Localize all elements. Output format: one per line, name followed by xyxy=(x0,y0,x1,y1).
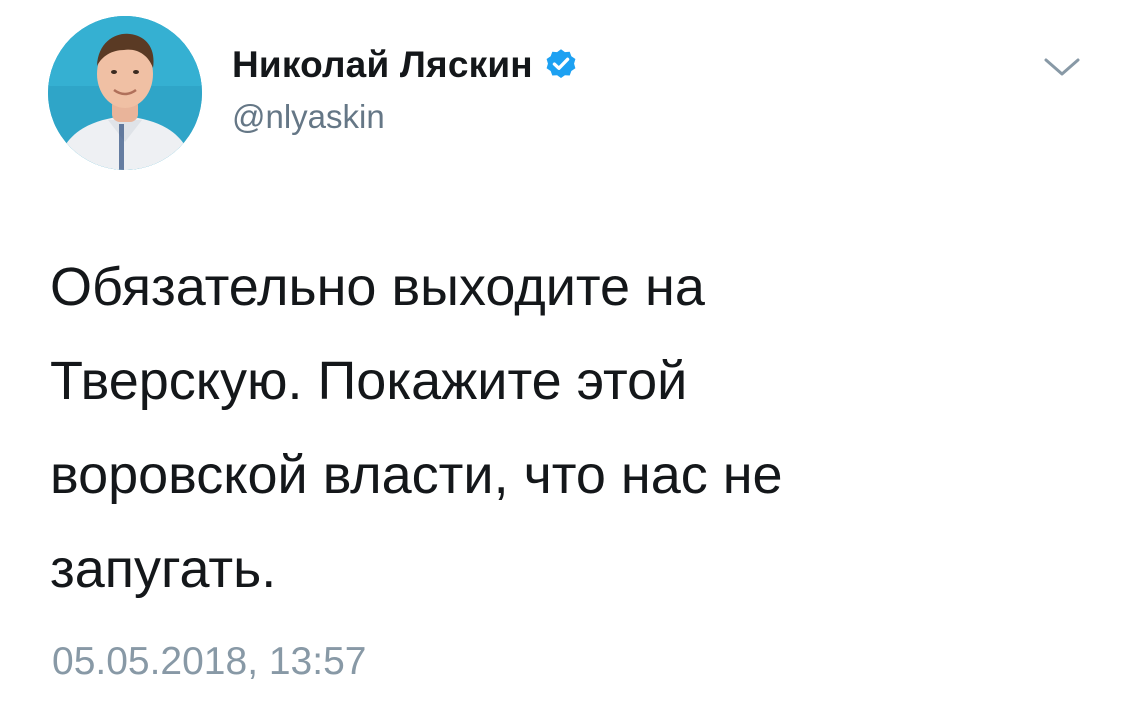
avatar[interactable] xyxy=(48,16,202,170)
tweet-text: Обязательно выходите на Тверскую. Покажи… xyxy=(50,257,783,599)
author-name-row[interactable]: Николай Ляскин xyxy=(232,40,579,90)
tweet-card: Николай Ляскин @nlyaskin Обязательно вых… xyxy=(0,0,1125,720)
tweet-timestamp[interactable]: 05.05.2018, 13:57 xyxy=(52,640,366,684)
author-handle[interactable]: @nlyaskin xyxy=(232,98,385,136)
profile-photo xyxy=(48,16,202,170)
verified-badge-icon xyxy=(546,49,576,79)
author-display-name[interactable]: Николай Ляскин xyxy=(232,44,533,86)
chevron-down-icon[interactable] xyxy=(1040,52,1084,82)
